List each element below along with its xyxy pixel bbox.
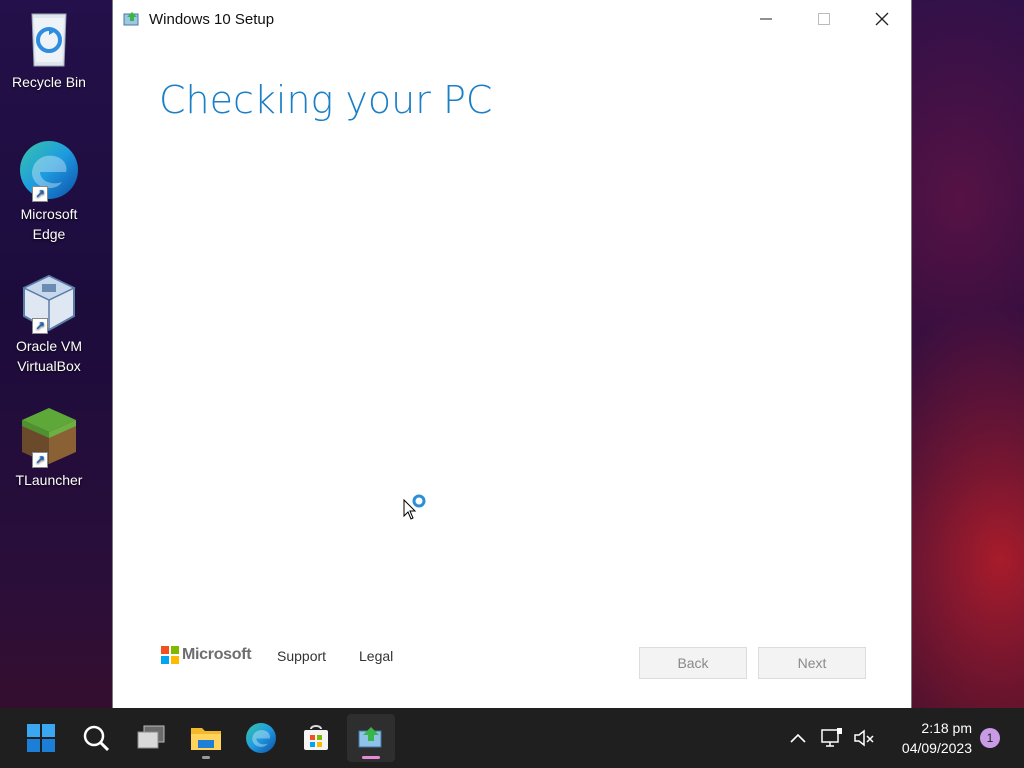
microsoft-logo-icon xyxy=(161,646,179,664)
busy-cursor-icon xyxy=(403,494,429,527)
window-title: Windows 10 Setup xyxy=(149,10,275,28)
desktop-icon-label: Recycle Bin xyxy=(12,74,86,90)
desktop-icon-recycle-bin[interactable]: Recycle Bin xyxy=(4,8,94,92)
edge-icon: ↗ xyxy=(18,140,80,202)
setup-app-icon xyxy=(123,11,141,27)
edge-taskbar-button[interactable] xyxy=(237,714,285,762)
maximize-icon xyxy=(818,13,830,25)
show-hidden-icons-button[interactable] xyxy=(786,726,810,750)
setup-window: Windows 10 Setup Checking your PC Micros… xyxy=(112,0,912,708)
desktop-icon-edge[interactable]: ↗ Microsoft Edge xyxy=(4,140,94,244)
desktop-icon-label: TLauncher xyxy=(15,472,83,488)
back-button[interactable]: Back xyxy=(639,647,747,679)
file-explorer-icon xyxy=(191,728,221,750)
setup-taskbar-button[interactable] xyxy=(347,714,395,762)
running-indicator xyxy=(202,756,210,759)
store-button[interactable] xyxy=(292,714,340,762)
active-indicator xyxy=(362,756,380,759)
title-bar[interactable]: Windows 10 Setup xyxy=(113,0,911,38)
setup-icon xyxy=(358,727,382,748)
network-button[interactable] xyxy=(820,726,844,750)
microsoft-wordmark: Microsoft xyxy=(182,646,252,663)
close-button[interactable] xyxy=(853,0,911,38)
start-icon xyxy=(27,724,55,752)
maximize-button[interactable] xyxy=(795,0,853,38)
volume-muted-icon xyxy=(854,729,874,747)
chevron-up-icon xyxy=(790,733,806,743)
file-explorer-button[interactable] xyxy=(182,714,230,762)
task-view-icon xyxy=(137,725,165,749)
desktop-icon-tlauncher[interactable]: ↗ TLauncher xyxy=(4,406,94,490)
legal-link[interactable]: Legal xyxy=(359,648,393,664)
task-view-button[interactable] xyxy=(127,714,175,762)
desktop-icon-label: Oracle VM VirtualBox xyxy=(15,338,83,374)
minimize-icon xyxy=(760,18,772,20)
search-icon xyxy=(83,725,110,752)
clock[interactable]: 2:18 pm 04/09/2023 xyxy=(902,718,972,758)
taskbar: 2:18 pm 04/09/2023 1 xyxy=(0,708,1024,768)
start-button[interactable] xyxy=(17,714,65,762)
search-button[interactable] xyxy=(72,714,120,762)
close-icon xyxy=(875,12,889,26)
desktop-icon-virtualbox[interactable]: ↗ Oracle VM VirtualBox xyxy=(4,272,94,376)
clock-date: 04/09/2023 xyxy=(901,740,972,756)
setup-footer: Microsoft Support Legal Back Next xyxy=(113,638,911,688)
virtualbox-icon: ↗ xyxy=(18,272,80,334)
desktop-icon-label: Microsoft Edge xyxy=(20,206,78,242)
minimize-button[interactable] xyxy=(737,0,795,38)
clock-time: 2:18 pm xyxy=(921,720,972,736)
next-button[interactable]: Next xyxy=(758,647,866,679)
page-title: Checking your PC xyxy=(159,78,493,122)
store-icon xyxy=(304,725,328,750)
volume-button[interactable] xyxy=(852,726,876,750)
microsoft-logo: Microsoft xyxy=(161,646,252,664)
recycle-bin-icon xyxy=(18,8,80,70)
tlauncher-icon: ↗ xyxy=(18,406,80,468)
notification-badge[interactable]: 1 xyxy=(980,728,1000,748)
network-icon xyxy=(821,728,842,747)
edge-icon xyxy=(246,723,276,753)
support-link[interactable]: Support xyxy=(277,648,326,664)
